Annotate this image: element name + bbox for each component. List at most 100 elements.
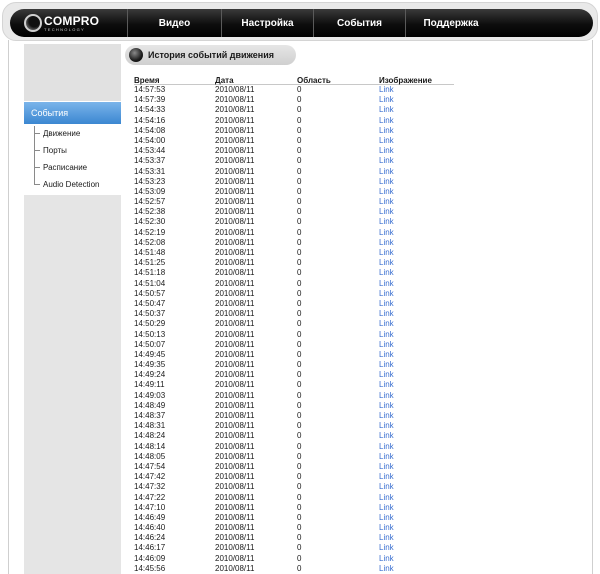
cell-time: 14:52:57 bbox=[134, 197, 166, 207]
image-link[interactable]: Link bbox=[379, 116, 449, 126]
image-link[interactable]: Link bbox=[379, 442, 449, 452]
sidebar-item-schedule[interactable]: Расписание bbox=[34, 161, 87, 173]
cell-time: 14:48:05 bbox=[134, 451, 166, 461]
image-link[interactable]: Link bbox=[379, 340, 449, 350]
image-link[interactable]: Link bbox=[379, 401, 449, 411]
image-link[interactable]: Link bbox=[379, 472, 449, 482]
nav-video[interactable]: Видео bbox=[128, 9, 221, 37]
image-link[interactable]: Link bbox=[379, 513, 449, 523]
image-link[interactable]: Link bbox=[379, 207, 449, 217]
cell-date: 2010/08/11 bbox=[215, 105, 255, 115]
cell-time: 14:51:04 bbox=[134, 278, 166, 288]
table-row: 14:47:22 2010/08/11 0 Link bbox=[134, 493, 454, 503]
nav-support[interactable]: Поддержка bbox=[406, 9, 496, 37]
image-link[interactable]: Link bbox=[379, 197, 449, 207]
cell-area: 0 bbox=[297, 135, 302, 145]
image-link[interactable]: Link bbox=[379, 380, 449, 390]
cell-date: 2010/08/11 bbox=[215, 125, 255, 135]
table-row: 14:52:19 2010/08/11 0 Link bbox=[134, 228, 454, 238]
main-nav: Видео Настройка События Поддержка bbox=[127, 9, 496, 37]
cell-time: 14:48:37 bbox=[134, 411, 166, 420]
cell-time: 14:54:00 bbox=[134, 135, 166, 145]
image-link[interactable]: Link bbox=[379, 167, 449, 177]
image-link[interactable]: Link bbox=[379, 554, 449, 564]
image-link[interactable]: Link bbox=[379, 431, 449, 441]
table-row: 14:53:37 2010/08/11 0 Link bbox=[134, 156, 454, 166]
cell-date: 2010/08/11 bbox=[215, 390, 255, 400]
cell-area: 0 bbox=[297, 349, 302, 359]
image-link[interactable]: Link bbox=[379, 217, 449, 227]
image-link[interactable]: Link bbox=[379, 299, 449, 309]
image-link[interactable]: Link bbox=[379, 136, 449, 146]
image-link[interactable]: Link bbox=[379, 350, 449, 360]
table-row: 14:52:08 2010/08/11 0 Link bbox=[134, 238, 454, 248]
image-link[interactable]: Link bbox=[379, 319, 449, 329]
image-link[interactable]: Link bbox=[379, 279, 449, 289]
top-navigation: COMPRO TECHNOLOGY Видео Настройка Событи… bbox=[2, 2, 598, 41]
cell-date: 2010/08/11 bbox=[215, 441, 255, 451]
image-link[interactable]: Link bbox=[379, 360, 449, 370]
image-link[interactable]: Link bbox=[379, 452, 449, 462]
cell-date: 2010/08/11 bbox=[215, 309, 255, 319]
cell-date: 2010/08/11 bbox=[215, 176, 255, 186]
cell-time: 14:49:11 bbox=[134, 380, 165, 390]
image-link[interactable]: Link bbox=[379, 370, 449, 380]
image-link[interactable]: Link bbox=[379, 85, 449, 95]
cell-area: 0 bbox=[297, 502, 302, 512]
image-link[interactable]: Link bbox=[379, 228, 449, 238]
image-link[interactable]: Link bbox=[379, 95, 449, 105]
cell-date: 2010/08/11 bbox=[215, 553, 255, 563]
image-link[interactable]: Link bbox=[379, 238, 449, 248]
image-link[interactable]: Link bbox=[379, 543, 449, 553]
image-link[interactable]: Link bbox=[379, 187, 449, 197]
cell-area: 0 bbox=[297, 390, 302, 400]
sidebar-item-audio-detection[interactable]: Audio Detection bbox=[34, 178, 99, 190]
image-link[interactable]: Link bbox=[379, 391, 449, 401]
image-link[interactable]: Link bbox=[379, 421, 449, 431]
image-link[interactable]: Link bbox=[379, 503, 449, 513]
nav-settings[interactable]: Настройка bbox=[222, 9, 313, 37]
cell-area: 0 bbox=[297, 461, 302, 471]
cell-date: 2010/08/11 bbox=[215, 237, 255, 247]
image-link[interactable]: Link bbox=[379, 146, 449, 156]
cell-time: 14:52:30 bbox=[134, 217, 166, 227]
brand-logo[interactable]: COMPRO TECHNOLOGY bbox=[24, 13, 99, 33]
image-link[interactable]: Link bbox=[379, 156, 449, 166]
cell-area: 0 bbox=[297, 156, 302, 166]
image-link[interactable]: Link bbox=[379, 248, 449, 258]
image-link[interactable]: Link bbox=[379, 309, 449, 319]
image-link[interactable]: Link bbox=[379, 268, 449, 278]
cell-time: 14:50:57 bbox=[134, 288, 166, 298]
sidebar-item-label: Движение bbox=[43, 128, 81, 138]
sidebar-header-events[interactable]: События bbox=[24, 102, 121, 124]
image-link[interactable]: Link bbox=[379, 462, 449, 472]
image-link[interactable]: Link bbox=[379, 105, 449, 115]
sidebar-item-motion[interactable]: Движение bbox=[34, 127, 80, 139]
cell-area: 0 bbox=[297, 278, 302, 288]
cell-time: 14:53:23 bbox=[134, 176, 166, 186]
image-link[interactable]: Link bbox=[379, 482, 449, 492]
sidebar-item-ports[interactable]: Порты bbox=[34, 144, 67, 156]
image-link[interactable]: Link bbox=[379, 523, 449, 533]
nav-events[interactable]: События bbox=[314, 9, 405, 37]
cell-date: 2010/08/11 bbox=[215, 288, 255, 298]
cell-date: 2010/08/11 bbox=[215, 543, 255, 553]
cell-time: 14:52:38 bbox=[134, 207, 166, 217]
bullet-icon bbox=[129, 48, 143, 62]
cell-date: 2010/08/11 bbox=[215, 482, 255, 492]
cell-time: 14:48:49 bbox=[134, 400, 166, 410]
image-link[interactable]: Link bbox=[379, 177, 449, 187]
cell-area: 0 bbox=[297, 543, 302, 553]
image-link[interactable]: Link bbox=[379, 126, 449, 136]
cell-time: 14:47:22 bbox=[134, 492, 166, 502]
table-row: 14:51:25 2010/08/11 0 Link bbox=[134, 258, 454, 268]
image-link[interactable]: Link bbox=[379, 330, 449, 340]
image-link[interactable]: Link bbox=[379, 289, 449, 299]
cell-time: 14:52:19 bbox=[134, 227, 166, 237]
image-link[interactable]: Link bbox=[379, 411, 449, 421]
image-link[interactable]: Link bbox=[379, 533, 449, 543]
image-link[interactable]: Link bbox=[379, 493, 449, 503]
image-link[interactable]: Link bbox=[379, 258, 449, 268]
image-link[interactable]: Link bbox=[379, 564, 449, 574]
table-row: 14:49:24 2010/08/11 0 Link bbox=[134, 370, 454, 380]
